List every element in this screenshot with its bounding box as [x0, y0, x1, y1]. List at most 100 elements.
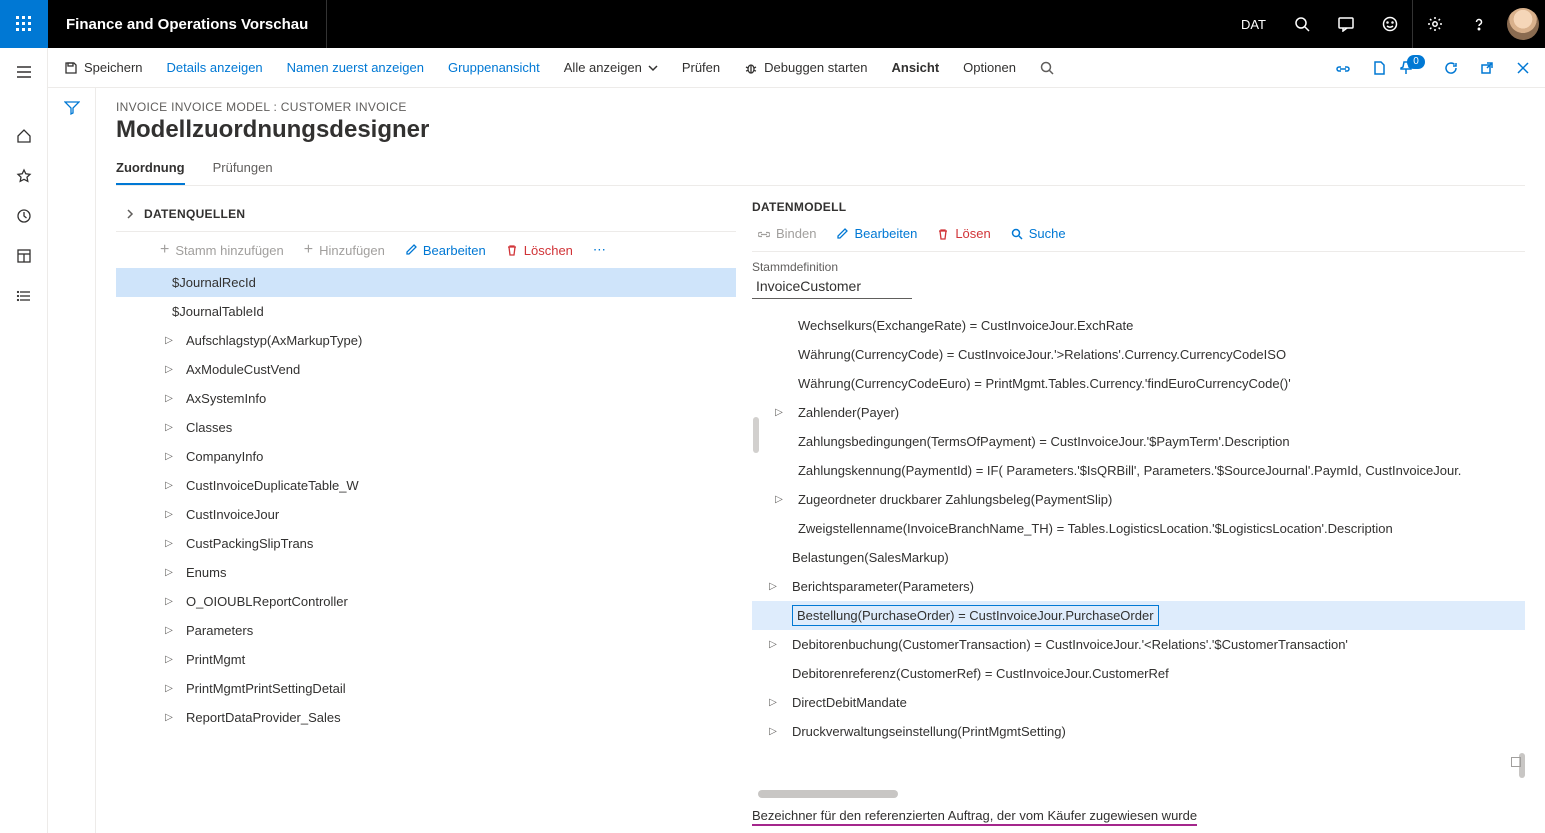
- datamodel-row[interactable]: Zweigstellenname(InvoiceBranchName_TH) =…: [752, 514, 1525, 543]
- tree-row[interactable]: ▷AxModuleCustVend: [116, 355, 736, 384]
- nav-recent[interactable]: [0, 196, 48, 236]
- tree-row[interactable]: ▷Classes: [116, 413, 736, 442]
- expand-icon: ▷: [162, 364, 176, 375]
- tree-row-label: Parameters: [186, 623, 253, 638]
- resize-handle[interactable]: [1511, 757, 1521, 767]
- save-button[interactable]: Speichern: [52, 48, 155, 88]
- refresh-button[interactable]: [1433, 48, 1469, 88]
- datamodel-row[interactable]: Wechselkurs(ExchangeRate) = CustInvoiceJ…: [752, 311, 1525, 340]
- datamodel-row-label: Berichtsparameter(Parameters): [792, 579, 974, 594]
- link-button[interactable]: [1325, 48, 1361, 88]
- tree-row[interactable]: ▷Aufschlagstyp(AxMarkupType): [116, 326, 736, 355]
- more-button[interactable]: ⋯: [585, 238, 614, 262]
- edit-button[interactable]: Bearbeiten: [397, 239, 494, 262]
- debug-start-button[interactable]: Debuggen starten: [732, 48, 879, 88]
- datamodel-row[interactable]: Währung(CurrencyCodeEuro) = PrintMgmt.Ta…: [752, 369, 1525, 398]
- tree-row[interactable]: ▷CustPackingSlipTrans: [116, 529, 736, 558]
- nav-favorites[interactable]: [0, 156, 48, 196]
- datamodel-row[interactable]: ▷DirectDebitMandate: [752, 688, 1525, 717]
- gear-icon: [1427, 16, 1443, 32]
- tree-row-label: Classes: [186, 420, 232, 435]
- show-names-first-button[interactable]: Namen zuerst anzeigen: [275, 48, 436, 88]
- search-button[interactable]: [1280, 0, 1324, 48]
- dm-unbind-button[interactable]: Lösen: [931, 222, 996, 245]
- dm-search-button[interactable]: Suche: [1005, 222, 1072, 245]
- nav-expand-button[interactable]: [0, 52, 48, 92]
- datamodel-row[interactable]: Belastungen(SalesMarkup): [752, 543, 1525, 572]
- datamodel-row[interactable]: Währung(CurrencyCode) = CustInvoiceJour.…: [752, 340, 1525, 369]
- tree-row[interactable]: ▷AxSystemInfo: [116, 384, 736, 413]
- attach-button[interactable]: [1361, 48, 1397, 88]
- tree-row[interactable]: ▷ReportDataProvider_Sales: [116, 703, 736, 732]
- tree-row[interactable]: ▷ CompanyInfo: [116, 442, 736, 471]
- pencil-icon: [405, 244, 417, 256]
- horizontal-scrollbar[interactable]: [758, 790, 898, 798]
- add-button: +Hinzufügen: [296, 239, 393, 262]
- group-view-button[interactable]: Gruppenansicht: [436, 48, 552, 88]
- filter-button[interactable]: [64, 100, 80, 833]
- tree-row[interactable]: ▷PrintMgmt: [116, 645, 736, 674]
- tree-row-label: Enums: [186, 565, 226, 580]
- datamodel-row-label: Bestellung(PurchaseOrder) = CustInvoiceJ…: [792, 605, 1159, 626]
- save-icon: [64, 61, 78, 75]
- trash-icon: [506, 244, 518, 256]
- tree-row[interactable]: ▷Parameters: [116, 616, 736, 645]
- view-menu[interactable]: Ansicht: [880, 48, 952, 88]
- collapse-datasources[interactable]: [116, 209, 144, 219]
- tab-mapping[interactable]: Zuordnung: [116, 160, 185, 185]
- tree-row[interactable]: ▷O_OIOUBLReportController: [116, 587, 736, 616]
- datamodel-row[interactable]: ▷Druckverwaltungseinstellung(PrintMgmtSe…: [752, 717, 1525, 746]
- datasources-tree: $JournalRecId$JournalTableId▷Aufschlagst…: [116, 268, 736, 833]
- tree-row[interactable]: $JournalTableId: [116, 297, 736, 326]
- nav-home[interactable]: [0, 116, 48, 156]
- datamodel-row[interactable]: Bestellung(PurchaseOrder) = CustInvoiceJ…: [752, 601, 1525, 630]
- splitter-handle[interactable]: [753, 417, 759, 453]
- add-root-button: +Stamm hinzufügen: [152, 239, 292, 262]
- nav-modules[interactable]: [0, 276, 48, 316]
- datamodel-row[interactable]: ▷Berichtsparameter(Parameters): [752, 572, 1525, 601]
- link-icon: [1336, 61, 1350, 75]
- help-button[interactable]: [1457, 0, 1501, 48]
- breadcrumb: INVOICE INVOICE MODEL : CUSTOMER INVOICE: [116, 100, 1525, 114]
- tree-row[interactable]: ▷CustInvoiceJour: [116, 500, 736, 529]
- notifications-button[interactable]: 0: [1397, 48, 1433, 88]
- tab-validations[interactable]: Prüfungen: [213, 160, 273, 185]
- tree-row[interactable]: ▷CustInvoiceDuplicateTable_W: [116, 471, 736, 500]
- options-menu[interactable]: Optionen: [951, 48, 1028, 88]
- check-button[interactable]: Prüfen: [670, 48, 732, 88]
- rootdef-input[interactable]: [752, 274, 912, 299]
- delete-button[interactable]: Löschen: [498, 239, 581, 262]
- expand-icon: ▷: [162, 451, 176, 462]
- feedback-button[interactable]: [1368, 0, 1412, 48]
- datamodel-row[interactable]: ▷Debitorenbuchung(CustomerTransaction) =…: [752, 630, 1525, 659]
- tree-row-label: CompanyInfo: [186, 449, 263, 464]
- waffle-icon: [16, 16, 32, 32]
- datamodel-row[interactable]: ▷Zugeordneter druckbarer Zahlungsbeleg(P…: [752, 485, 1525, 514]
- close-button[interactable]: [1505, 48, 1541, 88]
- tree-row[interactable]: $JournalRecId: [116, 268, 736, 297]
- messages-button[interactable]: [1324, 0, 1368, 48]
- tree-row[interactable]: ▷Enums: [116, 558, 736, 587]
- settings-button[interactable]: [1413, 0, 1457, 48]
- waffle-launcher[interactable]: [0, 0, 48, 48]
- nav-workspaces[interactable]: [0, 236, 48, 276]
- show-details-button[interactable]: Details anzeigen: [155, 48, 275, 88]
- datamodel-row[interactable]: Zahlungsbedingungen(TermsOfPayment) = Cu…: [752, 427, 1525, 456]
- expand-icon: ▷: [766, 697, 780, 708]
- search-command[interactable]: [1028, 48, 1066, 88]
- datamodel-row[interactable]: Debitorenreferenz(CustomerRef) = CustInv…: [752, 659, 1525, 688]
- clock-icon: [16, 208, 32, 224]
- dm-edit-button[interactable]: Bearbeiten: [830, 222, 923, 245]
- datamodel-row[interactable]: Zahlungskennung(PaymentId) = IF( Paramet…: [752, 456, 1525, 485]
- tree-row-label: CustInvoiceDuplicateTable_W: [186, 478, 359, 493]
- help-icon: [1471, 16, 1487, 32]
- popout-button[interactable]: [1469, 48, 1505, 88]
- legal-entity[interactable]: DAT: [1227, 17, 1280, 32]
- tree-row-label: PrintMgmt: [186, 652, 245, 667]
- tree-row[interactable]: ▷PrintMgmtPrintSettingDetail: [116, 674, 736, 703]
- user-avatar[interactable]: [1501, 0, 1545, 48]
- home-icon: [16, 128, 32, 144]
- datamodel-row-label: Belastungen(SalesMarkup): [792, 550, 949, 565]
- datamodel-row[interactable]: ▷Zahlender(Payer): [752, 398, 1525, 427]
- show-all-dropdown[interactable]: Alle anzeigen: [552, 48, 670, 88]
